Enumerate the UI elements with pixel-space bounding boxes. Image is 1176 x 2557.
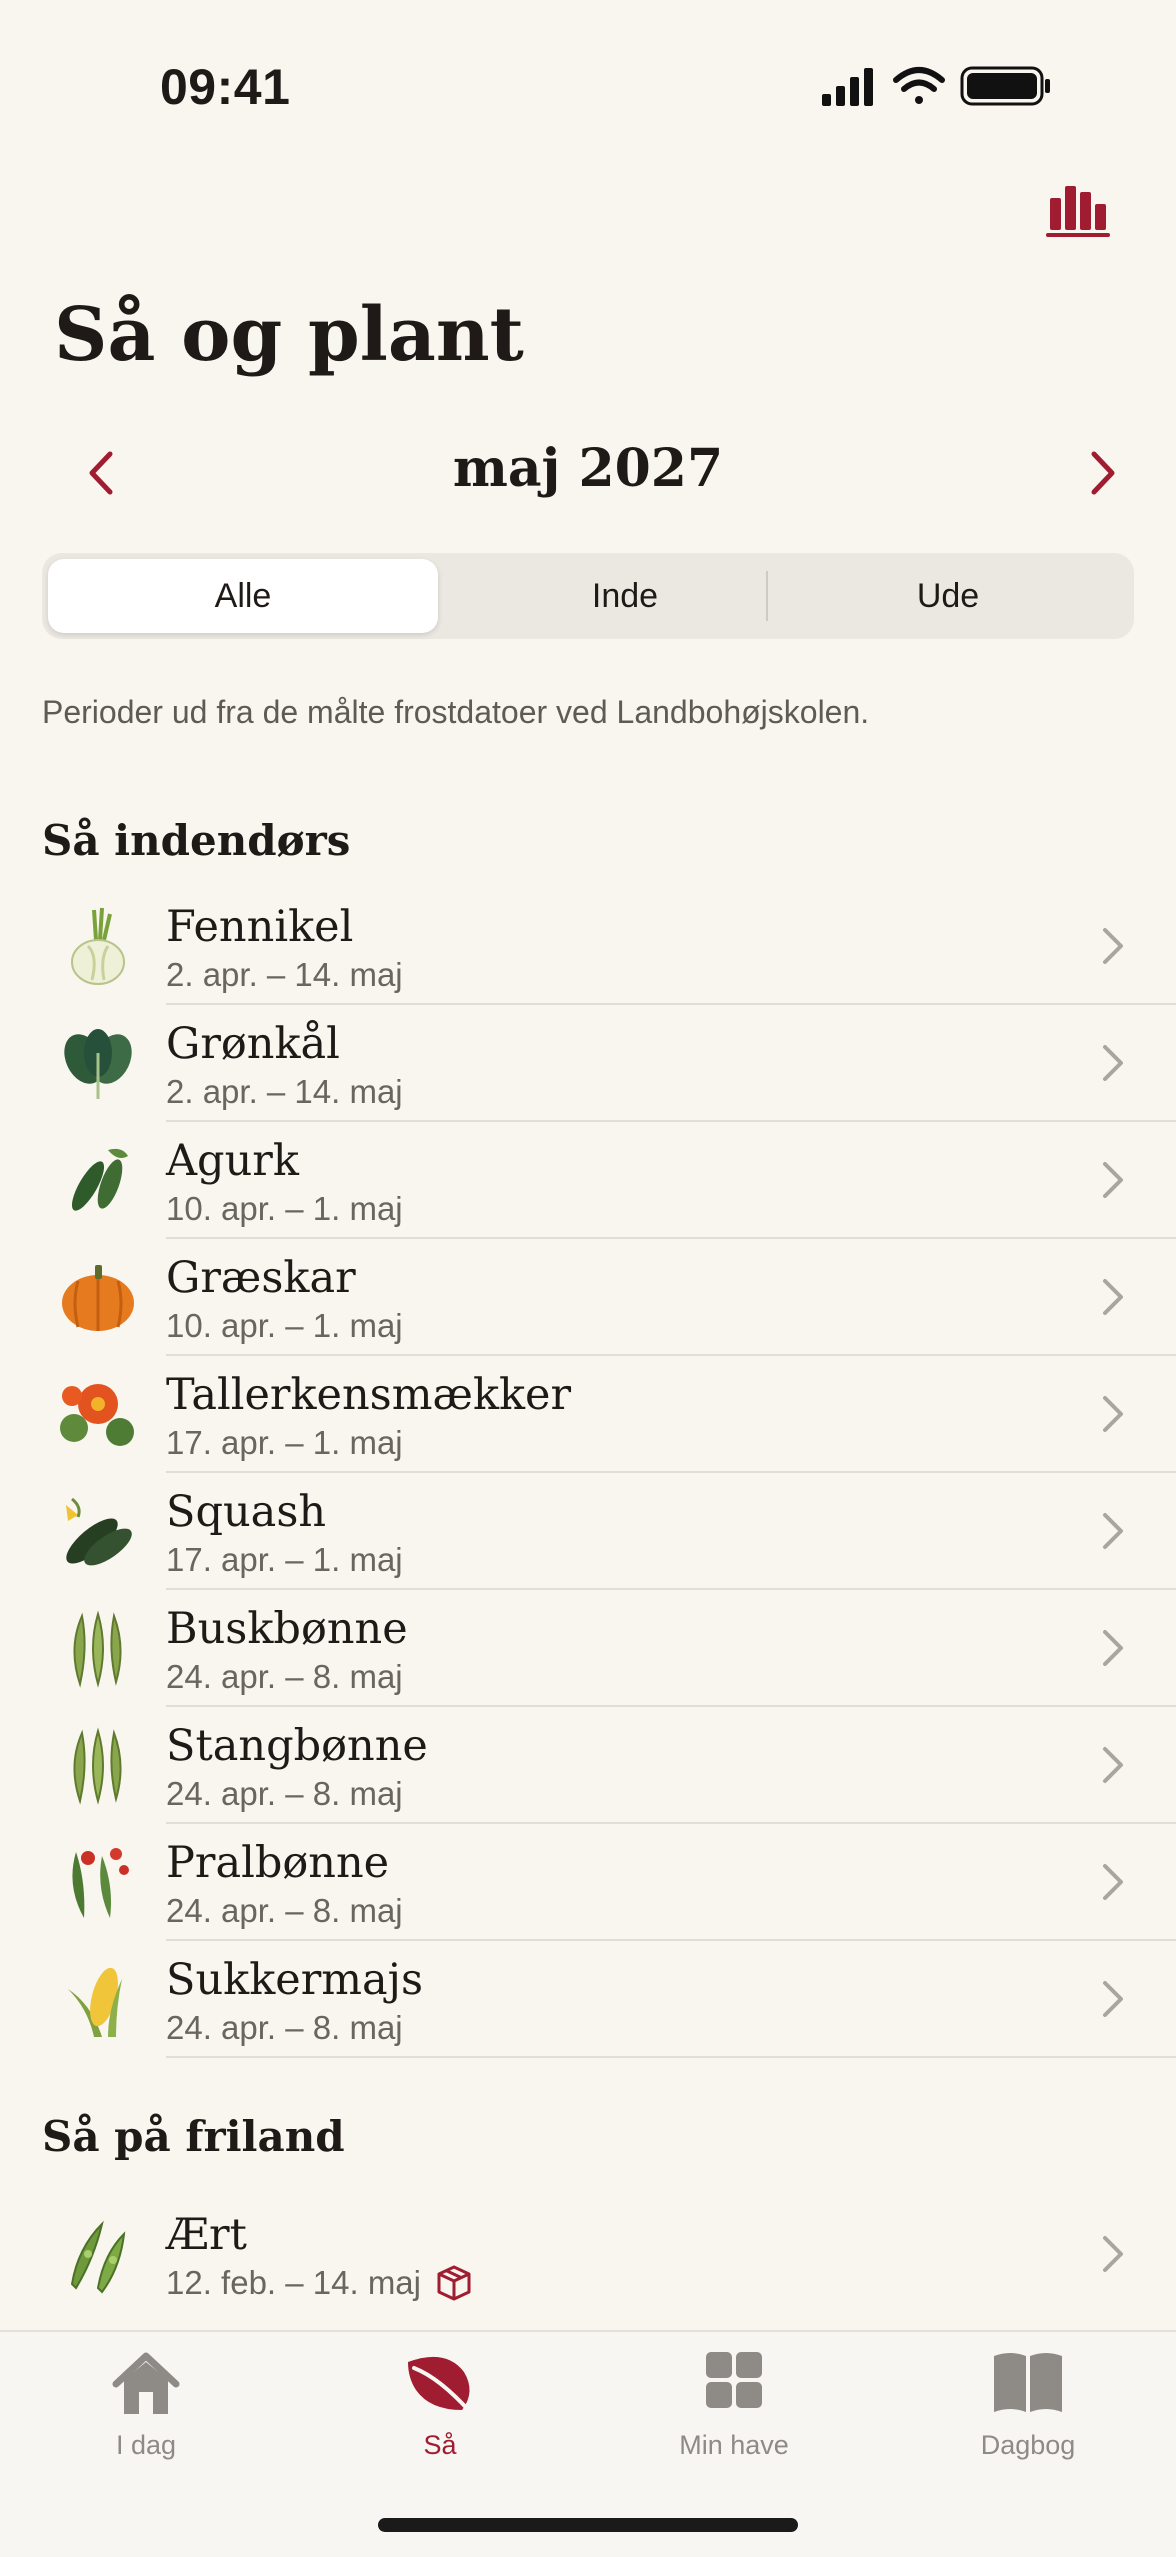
nasturtium-icon <box>60 1384 134 1446</box>
plant-dates: 24. apr. – 8. maj <box>166 1892 403 1929</box>
plant-name: Græskar <box>166 1253 356 1303</box>
chevron-right-icon <box>1103 1045 1123 1081</box>
plant-name: Sukkermajs <box>166 1955 424 2005</box>
plant-dates: 10. apr. – 1. maj <box>166 1307 403 1344</box>
list-item[interactable]: Buskbønne 24. apr. – 8. maj <box>0 1590 1176 1707</box>
bean-icon <box>73 1610 122 1688</box>
filter-option-ude[interactable]: Ude <box>768 559 1128 633</box>
status-time: 09:41 <box>160 59 291 115</box>
leaf-icon <box>408 2356 474 2416</box>
chevron-right-icon <box>1103 1747 1123 1783</box>
section-title-indoor: Så indendørs <box>42 816 351 865</box>
plant-name: Buskbønne <box>166 1604 408 1654</box>
tab-min-have[interactable]: Min have <box>634 2348 834 2461</box>
filter-segmented-control: Alle Inde Ude <box>42 553 1134 639</box>
plant-name: Squash <box>166 1487 327 1537</box>
box-icon <box>437 2265 471 2301</box>
battery-icon <box>960 66 1050 106</box>
runner-bean-icon <box>72 1848 129 1918</box>
chevron-right-icon <box>1103 1396 1123 1432</box>
cellular-signal-icon <box>822 68 873 106</box>
list-item[interactable]: Pralbønne 24. apr. – 8. maj <box>0 1824 1176 1941</box>
home-indicator <box>378 2518 798 2532</box>
book-icon <box>994 2353 1062 2412</box>
tab-dagbog[interactable]: Dagbog <box>928 2348 1128 2461</box>
chevron-right-icon <box>1103 1981 1123 2017</box>
pea-icon <box>70 2220 126 2294</box>
plant-dates: 2. apr. – 14. maj <box>166 956 403 993</box>
house-icon <box>112 2352 180 2414</box>
filter-option-alle[interactable]: Alle <box>48 559 438 633</box>
plant-dates: 24. apr. – 8. maj <box>166 2009 403 2046</box>
chevron-right-icon <box>1103 1162 1123 1198</box>
plant-name: Agurk <box>166 1136 299 1186</box>
plant-dates-row: 12. feb. – 14. maj <box>166 2264 473 2302</box>
tab-label: Dagbog <box>980 2430 1076 2460</box>
fennel-icon <box>71 907 125 985</box>
plant-dates: 17. apr. – 1. maj <box>166 1424 403 1461</box>
plant-name: Pralbønne <box>166 1838 390 1888</box>
tab-label: Min have <box>679 2430 789 2460</box>
plant-name: Stangbønne <box>166 1721 428 1771</box>
kale-icon <box>64 1029 132 1099</box>
chevron-right-icon <box>1103 1864 1123 1900</box>
plant-name: Grønkål <box>166 1019 340 1069</box>
zucchini-icon <box>66 1497 132 1566</box>
plant-dates: 12. feb. – 14. maj <box>166 2264 421 2301</box>
tab-label: Så <box>423 2430 457 2460</box>
list-item[interactable]: Agurk 10. apr. – 1. maj <box>0 1122 1176 1239</box>
list-item[interactable]: Squash 17. apr. – 1. maj <box>0 1473 1176 1590</box>
tab-i-dag[interactable]: I dag <box>46 2348 246 2461</box>
list-item[interactable]: Stangbønne 24. apr. – 8. maj <box>0 1707 1176 1824</box>
plant-dates: 24. apr. – 8. maj <box>166 1775 403 1812</box>
bean-icon <box>73 1727 122 1805</box>
plant-dates: 24. apr. – 8. maj <box>166 1658 403 1695</box>
chevron-right-icon <box>1103 1513 1123 1549</box>
chevron-right-icon <box>1103 1279 1123 1315</box>
status-icons <box>822 66 1050 106</box>
plant-dates: 10. apr. – 1. maj <box>166 1190 403 1227</box>
bar-chart-icon[interactable] <box>1044 178 1114 240</box>
month-label: maj 2027 <box>452 438 724 499</box>
list-item[interactable]: Tallerkensmækker 17. apr. – 1. maj <box>0 1356 1176 1473</box>
tab-saa[interactable]: Så <box>340 2348 540 2461</box>
filter-option-inde[interactable]: Inde <box>438 559 812 633</box>
plant-name: Fennikel <box>166 902 354 952</box>
row-divider <box>166 2056 1176 2058</box>
wifi-icon <box>893 67 945 104</box>
plant-dates: 17. apr. – 1. maj <box>166 1541 403 1578</box>
chevron-right-icon <box>1103 2236 1123 2272</box>
list-item[interactable]: Fennikel 2. apr. – 14. maj <box>0 888 1176 1005</box>
pumpkin-icon <box>62 1265 134 1331</box>
cucumber-icon <box>71 1148 128 1211</box>
list-item[interactable]: Ært 12. feb. – 14. maj <box>0 2196 1176 2313</box>
plant-dates: 2. apr. – 14. maj <box>166 1073 403 1110</box>
chevron-right-icon[interactable] <box>1076 448 1126 498</box>
grid-icon <box>706 2352 762 2408</box>
list-item[interactable]: Græskar 10. apr. – 1. maj <box>0 1239 1176 1356</box>
list-item[interactable]: Grønkål 2. apr. – 14. maj <box>0 1005 1176 1122</box>
plant-name: Ært <box>166 2210 247 2260</box>
corn-icon <box>68 1967 122 2037</box>
chevron-right-icon <box>1103 1630 1123 1666</box>
list-item[interactable]: Sukkermajs 24. apr. – 8. maj <box>0 1941 1176 2058</box>
plant-name: Tallerkensmækker <box>166 1370 572 1420</box>
chevron-right-icon <box>1103 928 1123 964</box>
section-title-outdoor: Så på friland <box>42 2112 345 2161</box>
page-title: Så og plant <box>54 292 524 378</box>
info-text: Perioder ud fra de målte frostdatoer ved… <box>42 694 870 730</box>
tab-label: I dag <box>115 2430 177 2460</box>
